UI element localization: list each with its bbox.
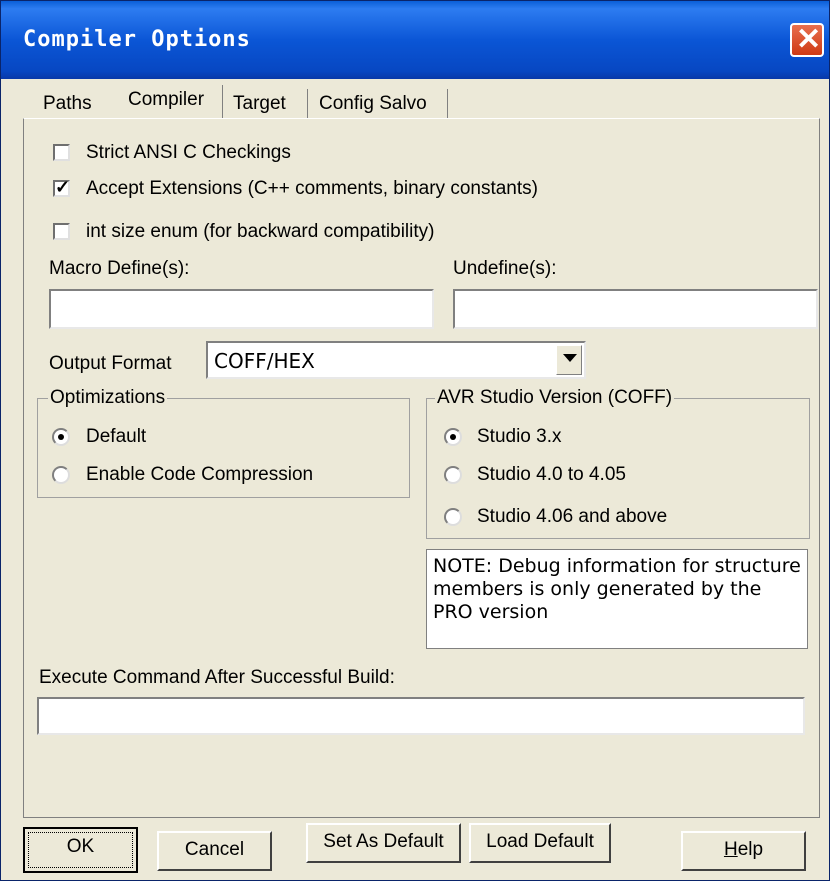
tab-divider [307, 89, 308, 119]
chevron-down-icon [563, 354, 577, 362]
tab-compiler[interactable]: Compiler [128, 89, 204, 111]
optimization-default-radio[interactable] [52, 428, 70, 446]
optimizations-title: Optimizations [48, 387, 168, 409]
debug-note: NOTE: Debug information for structure me… [426, 549, 808, 649]
close-icon: ✕ [796, 23, 822, 56]
ok-button[interactable]: OK [23, 827, 138, 873]
tab-config-salvo[interactable]: Config Salvo [319, 93, 427, 115]
dropdown-button[interactable] [556, 345, 582, 375]
execute-command-label: Execute Command After Successful Build: [39, 667, 395, 688]
cancel-button[interactable]: Cancel [157, 831, 272, 871]
help-label: elp [737, 839, 764, 860]
int-size-enum-label: int size enum (for backward compatibilit… [86, 221, 435, 242]
studio-40-label: Studio 4.0 to 4.05 [477, 464, 626, 485]
optimization-default-label: Default [86, 426, 147, 447]
output-format-value: COFF/HEX [214, 349, 315, 373]
undefine-input[interactable] [453, 289, 818, 329]
int-size-enum-checkbox[interactable] [53, 223, 70, 240]
tab-divider [222, 85, 223, 119]
tab-target[interactable]: Target [233, 93, 286, 115]
studio-3x-label: Studio 3.x [477, 426, 562, 447]
studio-406-label: Studio 4.06 and above [477, 506, 668, 527]
help-accelerator: H [723, 839, 738, 860]
ok-button-label: OK [28, 832, 133, 868]
strict-ansi-label: Strict ANSI C Checkings [86, 142, 291, 163]
load-default-button[interactable]: Load Default [469, 823, 611, 863]
optimization-compression-radio[interactable] [52, 466, 70, 484]
title-bar: Compiler Options ✕ [1, 1, 829, 79]
macro-define-label: Macro Define(s): [49, 258, 190, 279]
execute-command-input[interactable] [37, 697, 805, 735]
set-as-default-button[interactable]: Set As Default [306, 823, 461, 863]
tab-divider [447, 89, 448, 119]
checkmark-icon: ✓ [55, 177, 71, 197]
undefine-label: Undefine(s): [453, 258, 557, 279]
studio-40-radio[interactable] [444, 466, 462, 484]
avr-studio-title: AVR Studio Version (COFF) [435, 387, 675, 409]
tab-paths[interactable]: Paths [43, 93, 92, 115]
output-format-select[interactable]: COFF/HEX [206, 341, 586, 379]
optimization-compression-label: Enable Code Compression [86, 464, 314, 485]
macro-define-input[interactable] [49, 289, 434, 329]
accept-extensions-label: Accept Extensions (C++ comments, binary … [86, 178, 538, 199]
window-title: Compiler Options [23, 27, 251, 52]
compiler-options-dialog: Compiler Options ✕ Paths Compiler Target… [0, 0, 830, 881]
studio-3x-radio[interactable] [444, 428, 462, 446]
strict-ansi-checkbox[interactable] [53, 144, 70, 161]
studio-406-radio[interactable] [444, 508, 462, 526]
accept-extensions-checkbox[interactable]: ✓ [53, 177, 71, 197]
output-format-label: Output Format [49, 353, 172, 374]
help-button[interactable]: Help [681, 831, 806, 871]
close-button[interactable]: ✕ [790, 23, 824, 57]
